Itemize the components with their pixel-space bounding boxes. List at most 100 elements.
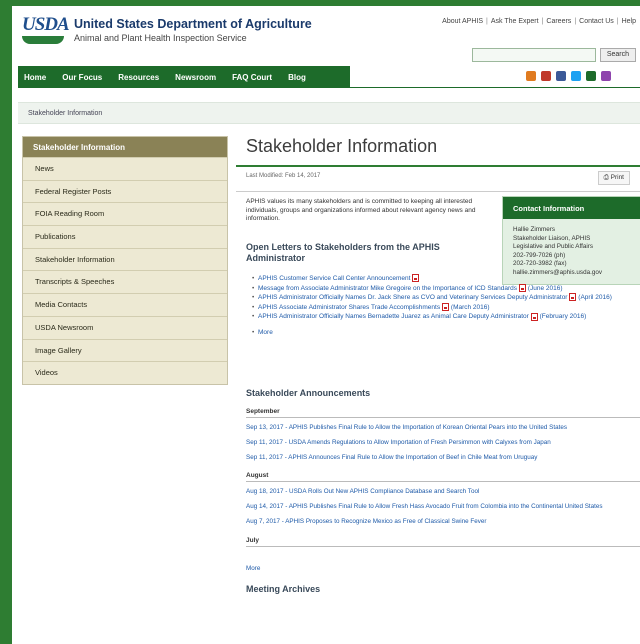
list-item[interactable]: APHIS Administrator Officially Names Ber… <box>252 312 640 322</box>
letter-date: (March 2016) <box>450 303 490 311</box>
announcement-link[interactable]: Sep 13, 2017 - APHIS Publishes Final Rul… <box>246 424 640 433</box>
list-item[interactable]: APHIS Associate Administrator Shares Tra… <box>252 303 640 313</box>
agency-subtitle: Animal and Plant Health Inspection Servi… <box>74 33 247 43</box>
list-item[interactable]: Message from Associate Administrator Mik… <box>252 284 640 294</box>
more-announcements-link[interactable]: More <box>246 565 640 574</box>
util-link-help[interactable]: Help <box>622 18 636 25</box>
list-item[interactable]: APHIS Administrator Officially Names Dr.… <box>252 293 640 303</box>
meeting-archives-heading[interactable]: Meeting Archives <box>246 584 640 594</box>
last-modified: Last Modified: Feb 14, 2017 <box>246 173 321 179</box>
nav-divider <box>350 87 640 88</box>
sidebar-item-stakeholder[interactable]: Stakeholder Information <box>23 247 227 271</box>
contact-box: Contact Information Hallie Zimmers Stake… <box>502 196 640 285</box>
nav-our-focus[interactable]: Our Focus <box>62 73 102 82</box>
usda-logo-swoosh <box>22 36 64 44</box>
flickr-icon[interactable] <box>601 71 611 81</box>
social-icons <box>526 71 611 81</box>
sidebar-item-news[interactable]: News <box>23 157 227 180</box>
letter-link[interactable]: APHIS Associate Administrator Shares Tra… <box>258 304 440 311</box>
twitter-icon[interactable] <box>571 71 581 81</box>
util-separator: | <box>541 18 544 25</box>
util-link-contact[interactable]: Contact Us <box>579 18 614 25</box>
usda-logo[interactable]: USDA <box>22 14 70 50</box>
util-link-ask-expert[interactable]: Ask The Expert <box>491 18 539 25</box>
util-link-careers[interactable]: Careers <box>546 18 571 25</box>
contact-line-title: Stakeholder Liaison, APHIS <box>513 234 591 242</box>
utility-links: About APHIS | Ask The Expert | Careers | Conta… <box>442 18 636 25</box>
sidebar-item-media-contacts[interactable]: Media Contacts <box>23 293 227 316</box>
sidebar-item-federal-register[interactable]: Federal Register Posts <box>23 179 227 203</box>
sidebar-item-publications[interactable]: Publications <box>23 225 227 248</box>
announcement-link[interactable]: Sep 11, 2017 - APHIS Announces Final Rul… <box>246 454 640 463</box>
page: USDA United States Department of Agricul… <box>12 6 640 644</box>
intro-paragraph: APHIS values its many stakeholders and i… <box>246 198 476 222</box>
announcement-link[interactable]: Sep 11, 2017 - USDA Amends Regulations t… <box>246 439 640 448</box>
letter-link[interactable]: APHIS Customer Service Call Center Annou… <box>258 275 410 282</box>
search-row: Search <box>471 48 636 62</box>
print-button[interactable]: ⎙ Print <box>597 171 630 185</box>
more-letters[interactable]: More <box>252 328 640 338</box>
month-heading-july: July <box>246 537 640 547</box>
meta-divider <box>236 191 640 192</box>
announcement-link[interactable]: Aug 18, 2017 - USDA Rolls Out New APHIS … <box>246 488 640 497</box>
list-item[interactable]: APHIS Customer Service Call Center Annou… <box>252 274 640 284</box>
letter-link[interactable]: APHIS Administrator Officially Names Ber… <box>258 313 529 320</box>
nav-resources[interactable]: Resources <box>118 73 159 82</box>
print-label: Print <box>610 174 624 181</box>
pdf-icon <box>519 283 527 292</box>
nav-home[interactable]: Home <box>24 73 46 82</box>
contact-line-name: Hallie Zimmers <box>513 226 555 233</box>
search-button[interactable]: Search <box>599 48 636 62</box>
nav-blog[interactable]: Blog <box>288 73 306 82</box>
printer-icon: ⎙ <box>603 174 611 181</box>
site-header: USDA United States Department of Agricul… <box>12 6 640 66</box>
util-separator: | <box>486 18 488 25</box>
pdf-icon <box>530 312 538 321</box>
facebook-icon[interactable] <box>556 71 566 81</box>
search-input[interactable] <box>471 48 596 62</box>
util-separator: | <box>574 18 577 25</box>
meta-row: Last Modified: Feb 14, 2017 ⎙ Print <box>236 167 640 187</box>
email-icon[interactable] <box>541 71 551 81</box>
contact-line-phone: 202-799-7026 (ph) <box>513 251 566 259</box>
youtube-icon[interactable] <box>586 71 596 81</box>
pdf-icon <box>412 274 420 283</box>
nav-newsroom[interactable]: Newsroom <box>175 73 216 82</box>
announcements-section: Stakeholder Announcements September Sep … <box>246 388 640 594</box>
pdf-icon <box>442 303 450 312</box>
agency-block: United States Department of Agriculture … <box>74 17 312 43</box>
letter-link[interactable]: Message from Associate Administrator Mik… <box>258 285 517 292</box>
usda-logo-text: USDA <box>22 14 70 35</box>
nav-faq-court[interactable]: FAQ Court <box>232 73 272 82</box>
rss-icon[interactable] <box>526 71 536 81</box>
letter-date: (June 2016) <box>527 284 563 292</box>
announcement-link[interactable]: Aug 7, 2017 - APHIS Proposes to Recogniz… <box>246 518 640 527</box>
sidebar-item-usda-newsroom[interactable]: USDA Newsroom <box>23 315 227 339</box>
agency-name: United States Department of Agriculture <box>74 17 312 31</box>
sidebar-item-transcripts[interactable]: Transcripts & Speeches <box>23 270 227 293</box>
letter-date: (February 2016) <box>539 313 587 321</box>
sidebar-item-foia[interactable]: FOIA Reading Room <box>23 202 227 225</box>
main-content: Stakeholder Information Last Modified: F… <box>236 132 640 594</box>
util-link-about[interactable]: About APHIS <box>442 18 483 25</box>
announcements-heading: Stakeholder Announcements <box>246 388 371 398</box>
letter-date: (April 2016) <box>578 294 612 302</box>
breadcrumb[interactable]: Stakeholder Information <box>18 102 640 124</box>
sidebar: Stakeholder Information News Federal Reg… <box>22 136 228 385</box>
sidebar-item-videos[interactable]: Videos <box>23 361 227 384</box>
open-letters-list: APHIS Customer Service Call Center Annou… <box>252 274 640 338</box>
more-link[interactable]: More <box>258 329 273 336</box>
contact-line-fax: 202-720-3982 (fax) <box>513 260 567 267</box>
util-separator: | <box>616 18 619 25</box>
month-heading-september: September <box>246 408 640 418</box>
page-title: Stakeholder Information <box>246 136 438 156</box>
letter-link[interactable]: APHIS Administrator Officially Names Dr.… <box>258 294 567 301</box>
sidebar-heading[interactable]: Stakeholder Information <box>23 137 227 157</box>
contact-heading: Contact Information <box>503 197 640 219</box>
sidebar-item-image-gallery[interactable]: Image Gallery <box>23 338 227 362</box>
main-nav: Home Our Focus Resources Newsroom FAQ Co… <box>18 66 350 88</box>
announcement-link[interactable]: Aug 14, 2017 - APHIS Publishes Final Rul… <box>246 503 640 512</box>
month-heading-august: August <box>246 472 640 483</box>
pdf-icon <box>569 293 577 302</box>
open-letters-heading: Open Letters to Stakeholders from the AP… <box>246 242 440 263</box>
